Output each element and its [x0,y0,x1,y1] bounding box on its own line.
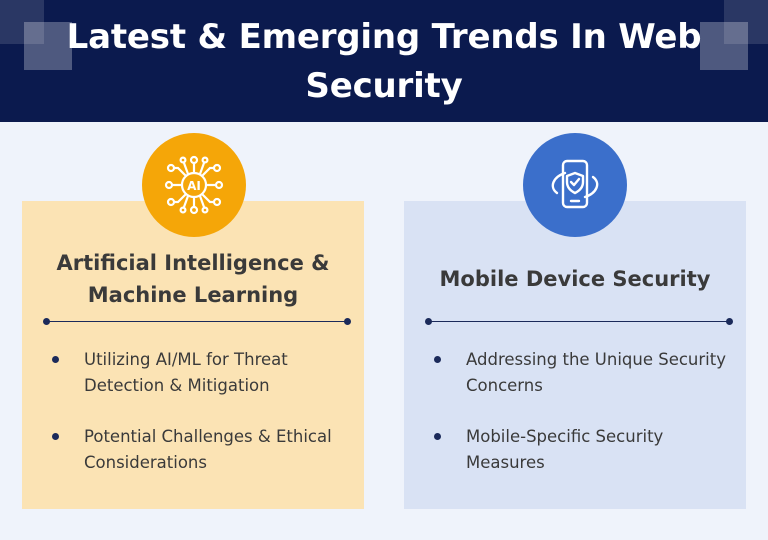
divider [425,318,733,325]
card-title: Artificial Intelligence & Machine Learni… [56,251,330,307]
list-item: Addressing the Unique Security Concerns [434,347,730,399]
list-item: Mobile-Specific Security Measures [434,424,730,476]
svg-text:AI: AI [187,179,201,193]
page-title: Latest & Emerging Trends In Web Security [66,17,702,106]
divider [43,318,351,325]
card-ai-ml: Artificial Intelligence & Machine Learni… [22,201,364,509]
list-item: Potential Challenges & Ethical Considera… [52,424,348,476]
card-mobile-security: Mobile Device Security Addressing the Un… [404,201,746,509]
bullet-list: Addressing the Unique Security Concerns … [434,347,730,501]
ai-circuit-icon: AI [142,133,246,237]
mobile-shield-icon [523,133,627,237]
header-banner: Latest & Emerging Trends In Web Security [0,0,768,122]
card-title: Mobile Device Security [439,267,711,291]
list-item: Utilizing AI/ML for Threat Detection & M… [52,347,348,399]
bullet-list: Utilizing AI/ML for Threat Detection & M… [52,347,348,501]
